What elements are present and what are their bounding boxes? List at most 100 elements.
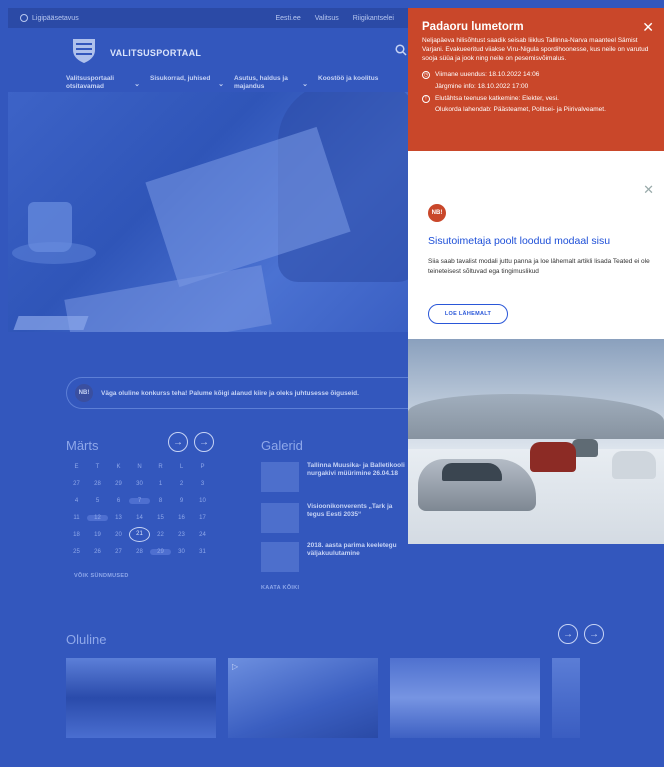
modal-title: Sisutoimetaja poolt loodud modaal sisu bbox=[428, 235, 611, 247]
calendar-all-events-link[interactable]: VÕIK SÜNDMUSED bbox=[74, 573, 129, 579]
gallery-thumbnail bbox=[261, 462, 299, 492]
calendar-day[interactable]: 27 bbox=[66, 481, 87, 487]
calendar-day[interactable]: 2 bbox=[171, 481, 192, 487]
alert-services: Elutähtsa teenuse katkemine: Elekter, ve… bbox=[435, 95, 559, 102]
calendar-day[interactable]: 1 bbox=[150, 481, 171, 487]
play-icon: ▷ bbox=[232, 662, 239, 671]
calendar-day[interactable]: 6 bbox=[108, 498, 129, 504]
calendar-week: 11 12 13 14 15 16 17 bbox=[66, 509, 216, 526]
weekday: L bbox=[179, 463, 184, 470]
gallery-item-title: Tallinna Muusika- ja Balletikooli nurgak… bbox=[307, 462, 405, 477]
top-link-eesti[interactable]: Eesti.ee bbox=[275, 15, 300, 22]
clock-icon: ◷ bbox=[422, 71, 430, 79]
calendar-nav: → → bbox=[168, 432, 214, 452]
alert-body: Neljapäeva hilisõhtust saadik seisab lii… bbox=[422, 37, 649, 62]
calendar-next-button[interactable]: → bbox=[194, 432, 214, 452]
calendar-week: 4 5 6 7 8 9 10 bbox=[66, 492, 216, 509]
alert-next-info: Järgmine info: 18.10.2022 17:00 bbox=[435, 83, 529, 90]
calendar-day[interactable]: 22 bbox=[150, 532, 171, 538]
calendar-day[interactable]: 9 bbox=[171, 498, 192, 504]
alert-updated: Viimane uuendus: 18.10.2022 14:06 bbox=[435, 71, 540, 78]
important-card[interactable] bbox=[552, 658, 580, 738]
calendar-day[interactable]: 4 bbox=[66, 498, 87, 504]
galleries-all-link[interactable]: KAATA KÕIKI bbox=[261, 585, 299, 591]
calendar-day[interactable]: 29 bbox=[108, 481, 129, 487]
alert-updated-row: ◷ Viimane uuendus: 18.10.2022 14:06 bbox=[422, 69, 650, 81]
calendar-day[interactable]: 11 bbox=[66, 515, 87, 521]
weekday: E bbox=[74, 463, 79, 470]
calendar-day-today[interactable]: 21 bbox=[129, 527, 150, 542]
calendar-day[interactable]: 15 bbox=[150, 515, 171, 521]
nb-badge: NB! bbox=[428, 204, 446, 222]
close-icon[interactable]: ✕ bbox=[643, 183, 654, 196]
calendar-day[interactable]: 23 bbox=[171, 532, 192, 538]
top-link-valitsus[interactable]: Valitsus bbox=[315, 15, 339, 22]
globe-icon bbox=[20, 14, 28, 22]
calendar-day[interactable]: 28 bbox=[129, 549, 150, 555]
image-car bbox=[530, 442, 576, 472]
nav-item-koostoo[interactable]: Koostöö ja koolitus bbox=[318, 75, 402, 91]
calendar-day[interactable]: 31 bbox=[192, 549, 213, 555]
read-more-button[interactable]: LOE LÄHEMALT bbox=[428, 304, 508, 324]
important-prev-button[interactable]: → bbox=[558, 624, 578, 644]
important-nav: → → bbox=[558, 624, 604, 644]
calendar-week: 18 19 20 21 22 23 24 bbox=[66, 526, 216, 543]
calendar-day-event[interactable]: 12 bbox=[87, 514, 108, 521]
calendar-day[interactable]: 14 bbox=[129, 515, 150, 521]
top-link-riigikantselei[interactable]: Riigikantselei bbox=[353, 15, 394, 22]
site-logo-text[interactable]: Valitsusportaal bbox=[110, 48, 201, 58]
hero-keyboard bbox=[13, 316, 89, 330]
nav-item-label: Asutus, haldus ja majandus bbox=[234, 75, 288, 90]
accessibility-link[interactable]: Ligipääsetavus bbox=[20, 14, 79, 22]
alert-resolvers-row: Olukorda lahendab: Päästeamet, Politsei-… bbox=[422, 105, 650, 114]
calendar-week: 27 28 29 30 1 2 3 bbox=[66, 475, 216, 492]
content-modal: ✕ NB! Sisutoimetaja poolt loodud modaal … bbox=[408, 151, 664, 544]
coat-of-arms-icon[interactable] bbox=[70, 36, 98, 64]
calendar-day-event[interactable]: 7 bbox=[129, 497, 150, 504]
calendar-day[interactable]: 24 bbox=[192, 532, 213, 538]
calendar-day[interactable]: 10 bbox=[192, 498, 213, 504]
calendar-day[interactable]: 30 bbox=[129, 481, 150, 487]
gallery-thumbnail bbox=[261, 503, 299, 533]
close-icon[interactable]: ✕ bbox=[642, 20, 654, 34]
calendar-day[interactable]: 19 bbox=[87, 532, 108, 538]
search-icon[interactable] bbox=[395, 44, 407, 56]
warning-icon: ! bbox=[422, 95, 430, 103]
calendar-day[interactable]: 30 bbox=[171, 549, 192, 555]
important-card[interactable] bbox=[66, 658, 216, 738]
calendar-day[interactable]: 8 bbox=[150, 498, 171, 504]
important-card[interactable]: ▷ bbox=[228, 658, 378, 738]
image-car-window bbox=[442, 463, 502, 481]
calendar-day[interactable]: 28 bbox=[87, 481, 108, 487]
gallery-item[interactable]: 2018. aasta parima keeletegu väljakuulut… bbox=[261, 542, 408, 572]
modal-text: Siia saab tavalist modali juttu panna ja… bbox=[428, 258, 650, 275]
calendar-day[interactable]: 16 bbox=[171, 515, 192, 521]
site-header: Valitsusportaal bbox=[8, 28, 408, 72]
calendar-prev-button[interactable]: → bbox=[168, 432, 188, 452]
calendar-day[interactable]: 3 bbox=[192, 481, 213, 487]
gallery-item[interactable]: Visioonikonverents „Tark ja tegus Eesti … bbox=[261, 503, 408, 533]
nav-item-otsitavamad[interactable]: Valitsusportaali otsitavamad ⌄ bbox=[66, 75, 150, 91]
weekday: N bbox=[137, 463, 142, 470]
gallery-item[interactable]: Tallinna Muusika- ja Balletikooli nurgak… bbox=[261, 462, 408, 492]
calendar-day-event[interactable]: 29 bbox=[150, 548, 171, 555]
important-card[interactable] bbox=[390, 658, 540, 738]
calendar-day[interactable]: 27 bbox=[108, 549, 129, 555]
snowstorm-image bbox=[408, 339, 664, 544]
important-next-button[interactable]: → bbox=[584, 624, 604, 644]
nav-item-haldus[interactable]: Asutus, haldus ja majandus ⌄ bbox=[234, 75, 318, 91]
calendar-day[interactable]: 5 bbox=[87, 498, 108, 504]
notice-bar[interactable]: NB! Väga oluline konkurss teha! Palume k… bbox=[66, 377, 408, 409]
calendar-day[interactable]: 26 bbox=[87, 549, 108, 555]
calendar-day[interactable]: 17 bbox=[192, 515, 213, 521]
nav-item-label: Koostöö ja koolitus bbox=[318, 75, 379, 82]
calendar-week: 25 26 27 28 29 30 31 bbox=[66, 543, 216, 560]
nav-item-juhised[interactable]: Sisukorrad, juhised ⌄ bbox=[150, 75, 234, 91]
calendar-day[interactable]: 25 bbox=[66, 549, 87, 555]
weekday: T bbox=[95, 463, 100, 470]
calendar-grid: E T K N R L P 27 28 29 30 1 2 3 4 5 6 7 … bbox=[66, 458, 216, 560]
calendar-day[interactable]: 13 bbox=[108, 515, 129, 521]
calendar-day[interactable]: 20 bbox=[108, 532, 129, 538]
weekday: K bbox=[116, 463, 121, 470]
calendar-day[interactable]: 18 bbox=[66, 532, 87, 538]
